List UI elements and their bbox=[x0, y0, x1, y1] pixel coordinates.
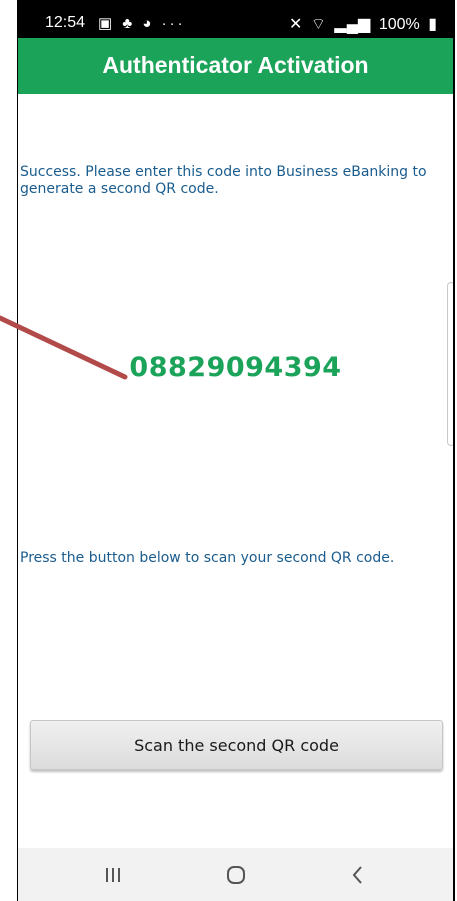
status-bar: 12:54 ▣ ♣ ◕ ··· ✕ ⌔ ▂▄▆ 100% ▮ bbox=[18, 10, 453, 38]
signal-icon: ▂▄▆ bbox=[334, 16, 371, 33]
recents-icon bbox=[106, 867, 120, 882]
home-icon bbox=[227, 865, 245, 884]
notification-icon: ♣ bbox=[122, 15, 136, 32]
home-button[interactable] bbox=[196, 848, 276, 901]
wifi-icon: ⌔ bbox=[310, 16, 326, 33]
screen: 12:54 ▣ ♣ ◕ ··· ✕ ⌔ ▂▄▆ 100% ▮ Authentic… bbox=[18, 10, 453, 901]
scan-button-label: Scan the second QR code bbox=[134, 735, 339, 755]
app-bar: Authenticator Activation bbox=[18, 38, 453, 94]
more-icon: ··· bbox=[161, 15, 186, 32]
back-icon bbox=[352, 865, 362, 884]
status-time: 12:54 bbox=[45, 14, 86, 31]
activation-code: 08829094394 bbox=[129, 352, 342, 383]
battery-percent: 100% bbox=[378, 16, 420, 33]
phone-frame: 12:54 ▣ ♣ ◕ ··· ✕ ⌔ ▂▄▆ 100% ▮ Authentic… bbox=[17, 0, 455, 901]
scroll-indicator[interactable] bbox=[447, 282, 453, 446]
app-icon: ◕ bbox=[142, 15, 155, 32]
back-button[interactable] bbox=[318, 848, 398, 901]
nav-bar bbox=[18, 848, 453, 901]
image-icon: ▣ bbox=[98, 15, 116, 32]
success-message: Success. Please enter this code into Bus… bbox=[20, 164, 427, 197]
recents-button[interactable] bbox=[73, 848, 153, 901]
status-left-icons: ▣ ♣ ◕ ··· bbox=[98, 14, 186, 32]
status-right: ✕ ⌔ ▂▄▆ 100% ▮ bbox=[285, 14, 437, 34]
battery-icon: ▮ bbox=[428, 16, 437, 33]
scan-second-qr-button[interactable]: Scan the second QR code bbox=[30, 720, 443, 770]
page-title: Authenticator Activation bbox=[102, 52, 369, 78]
scan-instruction: Press the button below to scan your seco… bbox=[20, 550, 395, 566]
mute-icon: ✕ bbox=[289, 16, 303, 33]
